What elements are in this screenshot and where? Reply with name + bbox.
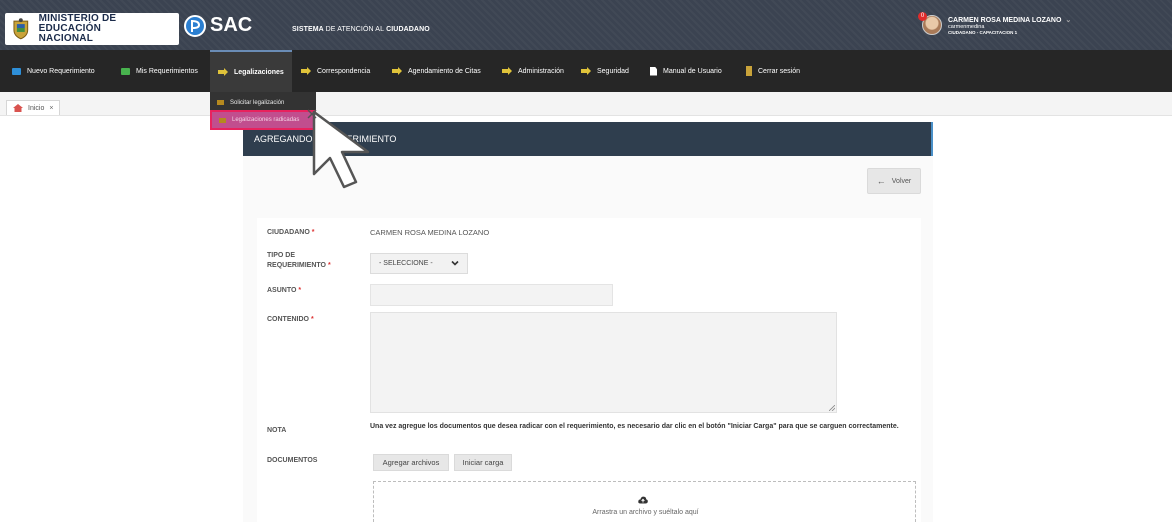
dropzone-text: Arrastra un archivo y suéltalo aquí bbox=[592, 509, 699, 516]
user-name-text: CARMEN ROSA MEDINA LOZANO bbox=[948, 17, 1062, 24]
list-icon bbox=[121, 67, 130, 75]
sac-logo: SAC bbox=[184, 14, 252, 37]
nav-label: Nuevo Requerimiento bbox=[27, 67, 95, 75]
document-icon bbox=[650, 66, 657, 76]
label-text: TIPO DE bbox=[267, 252, 296, 259]
ministry-name: MINISTERIO DE EDUCACIÓN NACIONAL bbox=[39, 14, 179, 44]
app-name-part3: CIUDADANO bbox=[386, 26, 430, 33]
app-name: SISTEMA DE ATENCIÓN AL CIUDADANO bbox=[292, 26, 430, 33]
nav-label: Legalizaciones bbox=[234, 68, 284, 76]
mouse-cursor-icon bbox=[307, 109, 370, 189]
nav-label: Administración bbox=[518, 67, 564, 75]
tab-inicio[interactable]: Inicio × bbox=[6, 100, 61, 115]
required-mark: * bbox=[311, 229, 315, 236]
nav-item-administracion[interactable]: Administración bbox=[502, 50, 564, 92]
label-text: CIUDADANO bbox=[267, 229, 310, 236]
door-icon bbox=[746, 66, 752, 76]
back-button-label: Volver bbox=[891, 177, 912, 185]
label-text: CONTENIDO bbox=[267, 316, 309, 323]
nav-label: Manual de Usuario bbox=[663, 67, 722, 75]
nav-item-manual[interactable]: Manual de Usuario bbox=[650, 50, 722, 92]
user-name[interactable]: CARMEN ROSA MEDINA LOZANO ⌄ bbox=[948, 16, 1071, 24]
nav-item-cerrar-sesion[interactable]: Cerrar sesión bbox=[746, 50, 800, 92]
nota-text: Una vez agregue los documentos que desea… bbox=[370, 423, 899, 430]
menu-item-legalizaciones-radicadas[interactable]: Legalizaciones radicadas bbox=[210, 110, 316, 130]
add-files-button[interactable]: Agregar archivos bbox=[373, 454, 449, 471]
app-name-part1: SISTEMA bbox=[292, 26, 324, 33]
notification-badge[interactable]: 0 bbox=[918, 12, 927, 21]
required-mark: * bbox=[298, 287, 302, 294]
nav-label: Seguridad bbox=[597, 67, 629, 75]
nav-item-agendamiento[interactable]: Agendamiento de Citas bbox=[392, 50, 481, 92]
app-name-part2: DE ATENCIÓN AL bbox=[325, 26, 385, 33]
arrow-icon bbox=[502, 67, 512, 75]
arrow-icon bbox=[392, 67, 402, 75]
required-mark: * bbox=[310, 316, 314, 323]
ministry-name-line2: NACIONAL bbox=[38, 33, 94, 44]
top-header: MINISTERIO DE EDUCACIÓN NACIONAL SAC SIS… bbox=[0, 0, 1172, 50]
form-icon bbox=[12, 67, 21, 75]
contenido-textarea[interactable] bbox=[370, 312, 837, 413]
arrow-left-icon: ← bbox=[876, 176, 886, 186]
menu-item-label: Solicitar legalización bbox=[230, 99, 285, 106]
required-mark: * bbox=[327, 262, 331, 269]
file-dropzone[interactable]: Arrastra un archivo y suéltalo aquí bbox=[373, 481, 916, 522]
home-icon bbox=[13, 104, 23, 112]
back-button[interactable]: ← Volver bbox=[867, 168, 921, 194]
nav-label: Cerrar sesión bbox=[758, 67, 801, 75]
resize-handle-icon[interactable] bbox=[829, 405, 835, 411]
label-text: REQUERIMIENTO bbox=[267, 262, 326, 269]
tab-label: Inicio bbox=[28, 104, 45, 112]
select-value: - SELECCIONE - bbox=[379, 260, 433, 267]
ciudadano-label: CIUDADANO * bbox=[267, 228, 314, 238]
tipo-requerimiento-select[interactable]: - SELECCIONE - bbox=[370, 253, 468, 274]
folder-icon bbox=[217, 100, 224, 105]
arrow-icon bbox=[301, 67, 311, 75]
tab-bar bbox=[0, 92, 1172, 116]
request-form: CIUDADANO * CARMEN ROSA MEDINA LOZANO TI… bbox=[257, 218, 921, 522]
documentos-label: DOCUMENTOS bbox=[267, 457, 318, 464]
menu-item-solicitar-legalizacion[interactable]: Solicitar legalización bbox=[210, 94, 316, 111]
nav-item-mis-requerimientos[interactable]: Mis Requerimientos bbox=[121, 50, 198, 92]
ciudadano-value: CARMEN ROSA MEDINA LOZANO bbox=[370, 228, 490, 237]
ministry-logo: MINISTERIO DE EDUCACIÓN NACIONAL bbox=[5, 13, 179, 45]
contenido-label: CONTENIDO * bbox=[267, 315, 314, 325]
nav-item-seguridad[interactable]: Seguridad bbox=[581, 50, 629, 92]
nav-label: Correspondencia bbox=[317, 67, 371, 75]
chevron-down-icon bbox=[451, 260, 459, 266]
menu-item-label: Legalizaciones radicadas bbox=[232, 117, 300, 123]
close-icon[interactable]: × bbox=[49, 105, 53, 112]
start-upload-button[interactable]: Iniciar carga bbox=[454, 454, 512, 471]
sac-logo-text: SAC bbox=[210, 14, 253, 36]
legalizaciones-dropdown: Solicitar legalización Legalizaciones ra… bbox=[210, 92, 316, 130]
user-role: CIUDADANO - CAPACITACION 1 bbox=[948, 30, 1018, 35]
nav-item-correspondencia[interactable]: Correspondencia bbox=[301, 50, 370, 92]
label-text: ASUNTO bbox=[267, 287, 297, 294]
coat-of-arms-icon bbox=[13, 18, 29, 40]
main-nav: Nuevo Requerimiento Mis Requerimientos L… bbox=[0, 50, 1172, 92]
nav-item-nuevo-requerimiento[interactable]: Nuevo Requerimiento bbox=[12, 50, 95, 92]
user-menu[interactable]: 0 CARMEN ROSA MEDINA LOZANO ⌄ carmenmedin… bbox=[918, 12, 1071, 38]
folder-icon bbox=[219, 117, 226, 123]
asunto-input[interactable] bbox=[370, 284, 613, 306]
cloud-upload-icon bbox=[638, 496, 648, 504]
chevron-down-icon[interactable]: ⌄ bbox=[1065, 17, 1071, 24]
nota-label: NOTA bbox=[267, 427, 287, 434]
nav-label: Agendamiento de Citas bbox=[408, 67, 481, 75]
nav-label: Mis Requerimientos bbox=[136, 67, 198, 75]
sac-logo-icon bbox=[184, 14, 206, 37]
nav-item-legalizaciones[interactable]: Legalizaciones bbox=[210, 50, 292, 92]
arrow-icon bbox=[581, 67, 591, 75]
arrow-icon bbox=[218, 68, 228, 76]
asunto-label: ASUNTO * bbox=[267, 286, 301, 296]
ministry-name-line1: MINISTERIO DE EDUCACIÓN bbox=[38, 13, 117, 34]
tipo-label: TIPO DE REQUERIMIENTO * bbox=[267, 251, 331, 271]
